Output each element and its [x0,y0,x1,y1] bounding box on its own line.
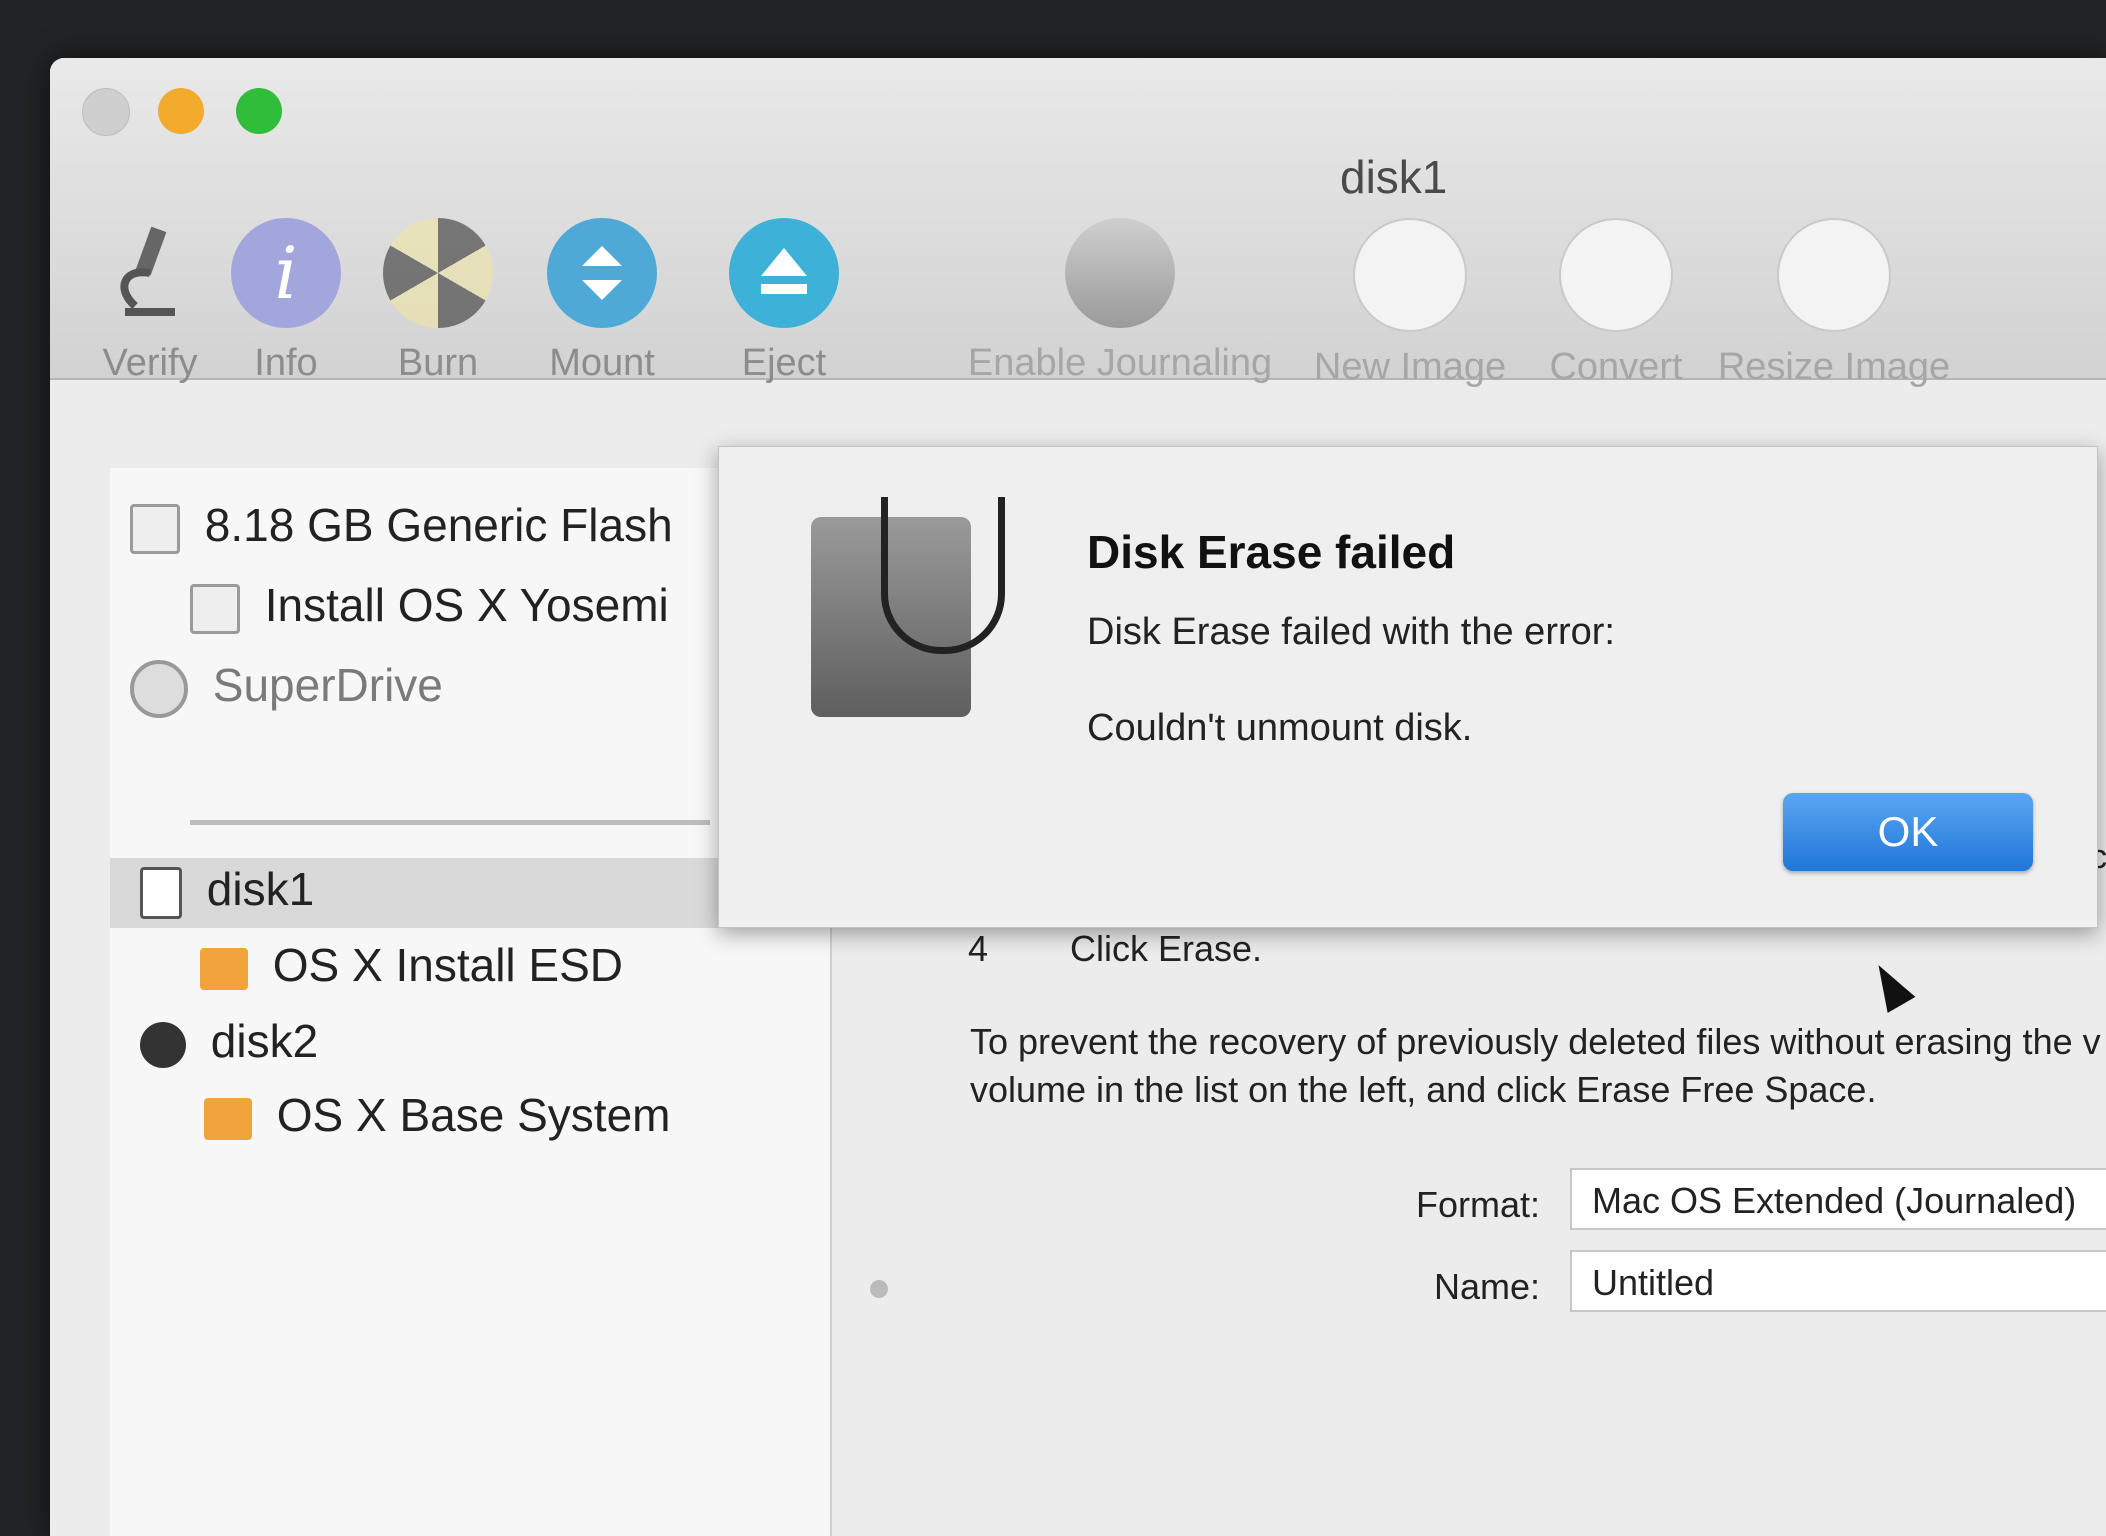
window-title: disk1 [1340,151,1448,203]
stethoscope-icon [881,497,1005,654]
zoom-window-button[interactable] [236,88,282,134]
disk-utility-icon [811,497,1005,717]
instructions-line-1: To prevent the recovery of previously de… [970,1021,2101,1062]
globe-disk-icon [140,1021,186,1068]
mount-button[interactable]: Mount [512,218,692,385]
new-image-icon [1353,218,1467,332]
eject-label: Eject [741,342,827,384]
mount-label: Mount [549,342,655,384]
resize-image-button[interactable]: Resize Image [1714,218,1954,389]
name-field[interactable]: Untitled [1570,1250,2106,1312]
journaling-icon [1065,218,1175,328]
instructions-line-2: volume in the list on the left, and clic… [970,1069,1877,1110]
new-image-button[interactable]: New Image [1300,218,1520,389]
step-text: Click Erase. [1070,928,1263,969]
hard-drive-icon [190,583,240,634]
splitter-handle[interactable] [870,1280,888,1298]
sidebar-item-label: SuperDrive [212,659,443,711]
toolbar: disk1 Verify i Info Burn Mount Eject Ena… [50,58,2106,388]
eject-icon [729,218,839,328]
enable-journaling-label: Enable Journaling [967,342,1273,384]
optical-disc-icon [130,659,188,718]
sidebar-item-label: disk1 [206,863,315,915]
hard-drive-icon [130,503,180,554]
format-select[interactable]: Mac OS Extended (Journaled) [1570,1168,2106,1230]
enable-journaling-button[interactable]: Enable Journaling [950,218,1290,385]
sidebar-item-label: OS X Base System [276,1089,671,1141]
disk-image-icon [140,866,182,919]
sidebar-item-label: disk2 [210,1015,319,1067]
convert-icon [1559,218,1673,332]
sidebar-item-install-os-x[interactable]: Install OS X Yosemi [190,578,669,634]
dialog-message: Disk Erase failed with the error: [1087,611,1615,653]
format-label: Format: [1415,1184,1540,1225]
sidebar-item-os-x-install-esd[interactable]: OS X Install ESD [200,938,623,992]
sidebar-item-label: 8.18 GB Generic Flash [204,499,673,551]
disk-utility-window: disk1 Verify i Info Burn Mount Eject Ena… [50,58,2106,1536]
sidebar-item-os-x-base-system[interactable]: OS X Base System [204,1088,670,1142]
dialog-error-detail: Couldn't unmount disk. [1087,707,1473,749]
burn-label: Burn [397,342,479,384]
error-dialog: Disk Erase failed Disk Erase failed with… [718,446,2098,928]
name-label: Name: [1433,1266,1540,1307]
eject-button[interactable]: Eject [694,218,874,385]
close-window-button[interactable] [82,88,130,136]
minimize-window-button[interactable] [158,88,204,134]
sidebar-item-disk2[interactable]: disk2 [140,1014,318,1068]
mount-icon [547,218,657,328]
burn-icon [383,218,493,328]
resize-image-icon [1777,218,1891,332]
erase-free-space-instructions: To prevent the recovery of previously de… [970,1018,2106,1114]
microscope-icon [95,218,205,328]
volume-icon [200,947,248,990]
sidebar-item-superdrive[interactable]: SuperDrive [130,658,443,718]
convert-label: Convert [1549,346,1683,388]
sidebar-item-generic-flash[interactable]: 8.18 GB Generic Flash [130,498,673,554]
sidebar-divider [190,820,710,825]
dialog-title: Disk Erase failed [1087,526,1456,578]
new-image-label: New Image [1313,346,1507,388]
sidebar-item-label: OS X Install ESD [272,939,624,991]
burn-button[interactable]: Burn [348,218,528,385]
step-number: 4 [968,928,989,969]
volume-icon [204,1097,252,1140]
resize-image-label: Resize Image [1717,346,1951,388]
sidebar-item-disk1[interactable]: disk1 [140,862,314,919]
convert-button[interactable]: Convert [1516,218,1716,389]
ok-button[interactable]: OK [1783,793,2033,871]
sidebar-item-label: Install OS X Yosemi [264,579,669,631]
info-icon: i [231,218,341,328]
